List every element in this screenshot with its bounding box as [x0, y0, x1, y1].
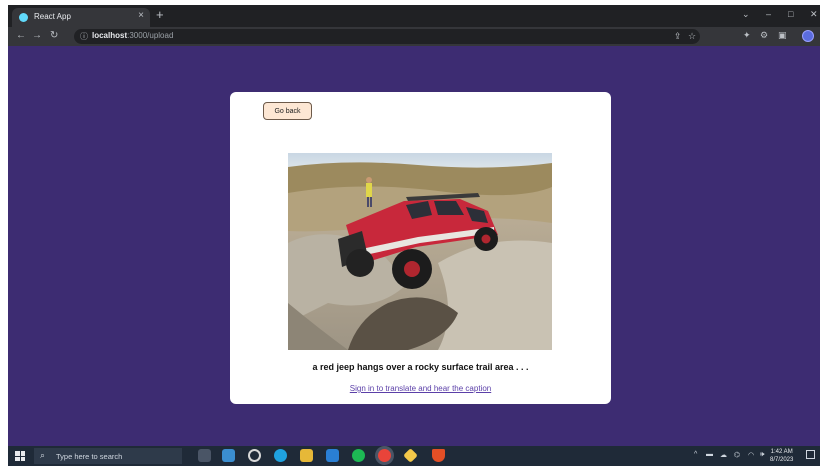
share-icon[interactable]: ⇪: [674, 31, 682, 42]
notification-center-icon[interactable]: [806, 450, 815, 459]
edge-browser-icon[interactable]: [274, 449, 287, 462]
windows-start-icon[interactable]: [15, 451, 25, 461]
browser-toolbar: ← → ↻ ⓘ localhost:3000/upload ⇪ ☆ ✦ ⚙ ▣: [8, 27, 820, 46]
clock-date: 8/7/2023: [770, 457, 794, 463]
brave-browser-icon[interactable]: [432, 449, 445, 462]
tab-title: React App: [34, 12, 71, 21]
search-placeholder: Type here to search: [56, 452, 123, 461]
extensions-icon[interactable]: ⚙: [760, 30, 768, 41]
tab-close-icon[interactable]: ×: [138, 10, 144, 21]
go-back-button[interactable]: Go back: [263, 102, 312, 120]
mail-app-icon[interactable]: [222, 449, 235, 462]
address-bar[interactable]: ⓘ localhost:3000/upload ⇪ ☆: [74, 29, 700, 44]
upload-result-card: Go back a red jeep hangs over a rocky su…: [230, 92, 611, 404]
uploaded-jeep-photo: [288, 153, 552, 350]
reading-list-icon[interactable]: ▣: [778, 30, 787, 41]
url-host: localhost: [92, 31, 128, 40]
profile-avatar[interactable]: [802, 30, 814, 42]
site-info-icon[interactable]: ⓘ: [80, 31, 88, 42]
image-caption: a red jeep hangs over a rocky surface tr…: [312, 362, 529, 372]
new-tab-icon[interactable]: +: [156, 8, 164, 22]
spotify-icon[interactable]: [352, 449, 365, 462]
react-favicon-icon: [19, 13, 28, 22]
back-arrow-icon[interactable]: ←: [16, 30, 26, 41]
battery-icon[interactable]: ▬: [706, 451, 713, 458]
extension-pin-icon[interactable]: ✦: [743, 30, 751, 41]
bookmark-star-icon[interactable]: ☆: [688, 31, 696, 42]
search-icon: ⌕: [40, 450, 46, 460]
volume-icon[interactable]: 🕪: [760, 451, 764, 459]
page-viewport: Go back a red jeep hangs over a rocky su…: [8, 46, 820, 446]
taskbar-clock[interactable]: 1:42 AM 8/7/2023: [770, 448, 793, 464]
url-path: :3000/upload: [127, 31, 174, 40]
task-view-icon[interactable]: [198, 449, 211, 462]
cortana-icon[interactable]: [248, 449, 261, 462]
chrome-icon[interactable]: [378, 449, 391, 462]
git-app-icon[interactable]: [403, 448, 418, 463]
file-explorer-icon[interactable]: [300, 449, 313, 462]
onedrive-icon[interactable]: ☁: [720, 451, 727, 459]
clock-time: 1:42 AM: [770, 449, 793, 455]
close-window-icon[interactable]: ✕: [810, 9, 818, 20]
windows-taskbar: ⌕ Type here to search ^ ▬ ☁ ⌬ ◠ 🕪 1:42 A…: [8, 446, 820, 466]
browser-tab-strip: React App × + ⌄ – □ ✕: [8, 5, 820, 27]
sign-in-link[interactable]: Sign in to translate and hear the captio…: [230, 384, 611, 393]
network-icon[interactable]: ⌬: [734, 451, 740, 459]
show-hidden-icons-icon[interactable]: ^: [694, 451, 697, 458]
maximize-icon[interactable]: □: [788, 9, 793, 19]
reload-icon[interactable]: ↻: [50, 30, 58, 41]
minimize-icon[interactable]: –: [766, 9, 771, 19]
vscode-icon[interactable]: [326, 449, 339, 462]
taskbar-search-box[interactable]: ⌕ Type here to search: [34, 448, 182, 464]
tab-react-app[interactable]: React App ×: [12, 8, 150, 27]
forward-arrow-icon[interactable]: →: [32, 30, 42, 41]
wifi-icon[interactable]: ◠: [748, 451, 754, 459]
url-text: localhost:3000/upload: [92, 31, 173, 40]
tab-search-chevron-icon[interactable]: ⌄: [742, 9, 750, 20]
